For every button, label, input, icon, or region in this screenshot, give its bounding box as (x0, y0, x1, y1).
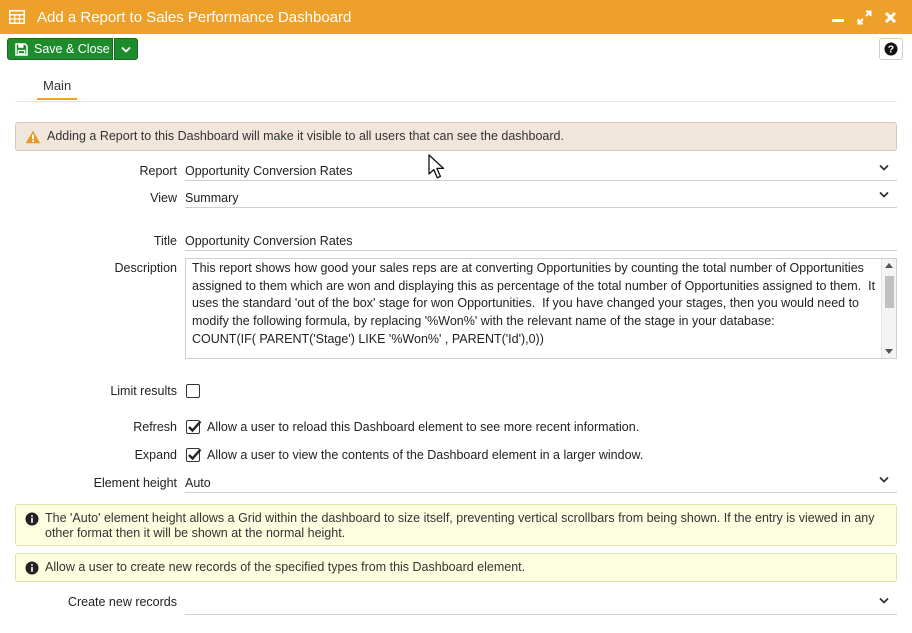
limit-results-label: Limit results (110, 384, 177, 398)
save-options-dropdown[interactable] (114, 38, 138, 60)
chevron-down-icon (879, 476, 889, 483)
element-height-info-banner: The 'Auto' element height allows a Grid … (15, 504, 897, 546)
chevron-down-icon (121, 46, 131, 53)
refresh-description: Allow a user to reload this Dashboard el… (207, 420, 640, 434)
checkmark-icon (188, 420, 202, 433)
description-value: This report shows how good your sales re… (192, 261, 876, 346)
chevron-down-icon (879, 191, 889, 198)
element-height-info-text: The 'Auto' element height allows a Grid … (45, 511, 875, 540)
window-titlebar: Add a Report to Sales Performance Dashbo… (0, 0, 912, 34)
tab-main[interactable]: Main (37, 74, 78, 100)
title-label: Title (153, 234, 177, 248)
report-select[interactable]: Opportunity Conversion Rates (185, 161, 897, 181)
save-disk-icon (15, 42, 28, 56)
warning-text: Adding a Report to this Dashboard will m… (47, 129, 564, 143)
expand-label: Expand (134, 448, 177, 462)
maximize-button[interactable] (853, 0, 875, 34)
help-glyph: ? (888, 44, 894, 56)
scroll-thumb[interactable] (885, 276, 894, 308)
expand-description: Allow a user to view the contents of the… (207, 448, 644, 462)
title-value: Opportunity Conversion Rates (185, 234, 353, 248)
report-label: Report (139, 164, 177, 178)
info-icon (25, 561, 39, 574)
scroll-up-arrow-icon[interactable] (885, 263, 893, 268)
view-select[interactable]: Summary (185, 188, 897, 208)
view-label: View (150, 191, 177, 205)
visibility-warning-banner: Adding a Report to this Dashboard will m… (15, 122, 897, 151)
report-value: Opportunity Conversion Rates (185, 164, 353, 178)
description-textarea[interactable]: This report shows how good your sales re… (185, 258, 897, 359)
window-title: Add a Report to Sales Performance Dashbo… (37, 8, 352, 26)
title-input[interactable]: Opportunity Conversion Rates (185, 231, 897, 251)
checkmark-icon (188, 448, 202, 461)
warning-icon (25, 130, 41, 143)
info-icon (25, 512, 39, 526)
element-height-value: Auto (185, 476, 211, 490)
maximize-icon (857, 10, 871, 24)
minimize-icon (832, 19, 844, 22)
chevron-down-icon (879, 164, 889, 171)
create-new-records-label: Create new records (67, 595, 177, 609)
table-grid-icon (9, 10, 25, 24)
refresh-label: Refresh (133, 420, 177, 434)
save-close-label: Save & Close (34, 42, 110, 56)
expand-checkbox[interactable] (186, 448, 202, 462)
description-scrollbar[interactable] (881, 259, 896, 358)
create-new-records-select[interactable] (185, 593, 897, 615)
chevron-down-icon (879, 597, 889, 604)
close-button[interactable] (879, 0, 901, 34)
create-records-info-banner: Allow a user to create new records of th… (15, 553, 897, 582)
create-records-info-text: Allow a user to create new records of th… (45, 560, 526, 574)
save-close-button[interactable]: Save & Close (7, 38, 113, 60)
help-button[interactable]: ? (879, 38, 903, 60)
close-icon (884, 11, 896, 23)
toolbar: Save & Close ? (0, 34, 912, 66)
description-label: Description (114, 261, 177, 275)
mouse-cursor-icon (428, 154, 445, 179)
help-icon: ? (884, 42, 898, 56)
element-height-select[interactable]: Auto (185, 473, 897, 493)
minimize-button[interactable] (827, 0, 849, 34)
scroll-down-arrow-icon[interactable] (885, 349, 893, 354)
view-value: Summary (185, 191, 239, 205)
refresh-checkbox[interactable] (186, 420, 202, 434)
element-height-label: Element height (93, 476, 177, 490)
limit-results-checkbox[interactable] (186, 384, 200, 398)
tab-divider (15, 101, 897, 102)
